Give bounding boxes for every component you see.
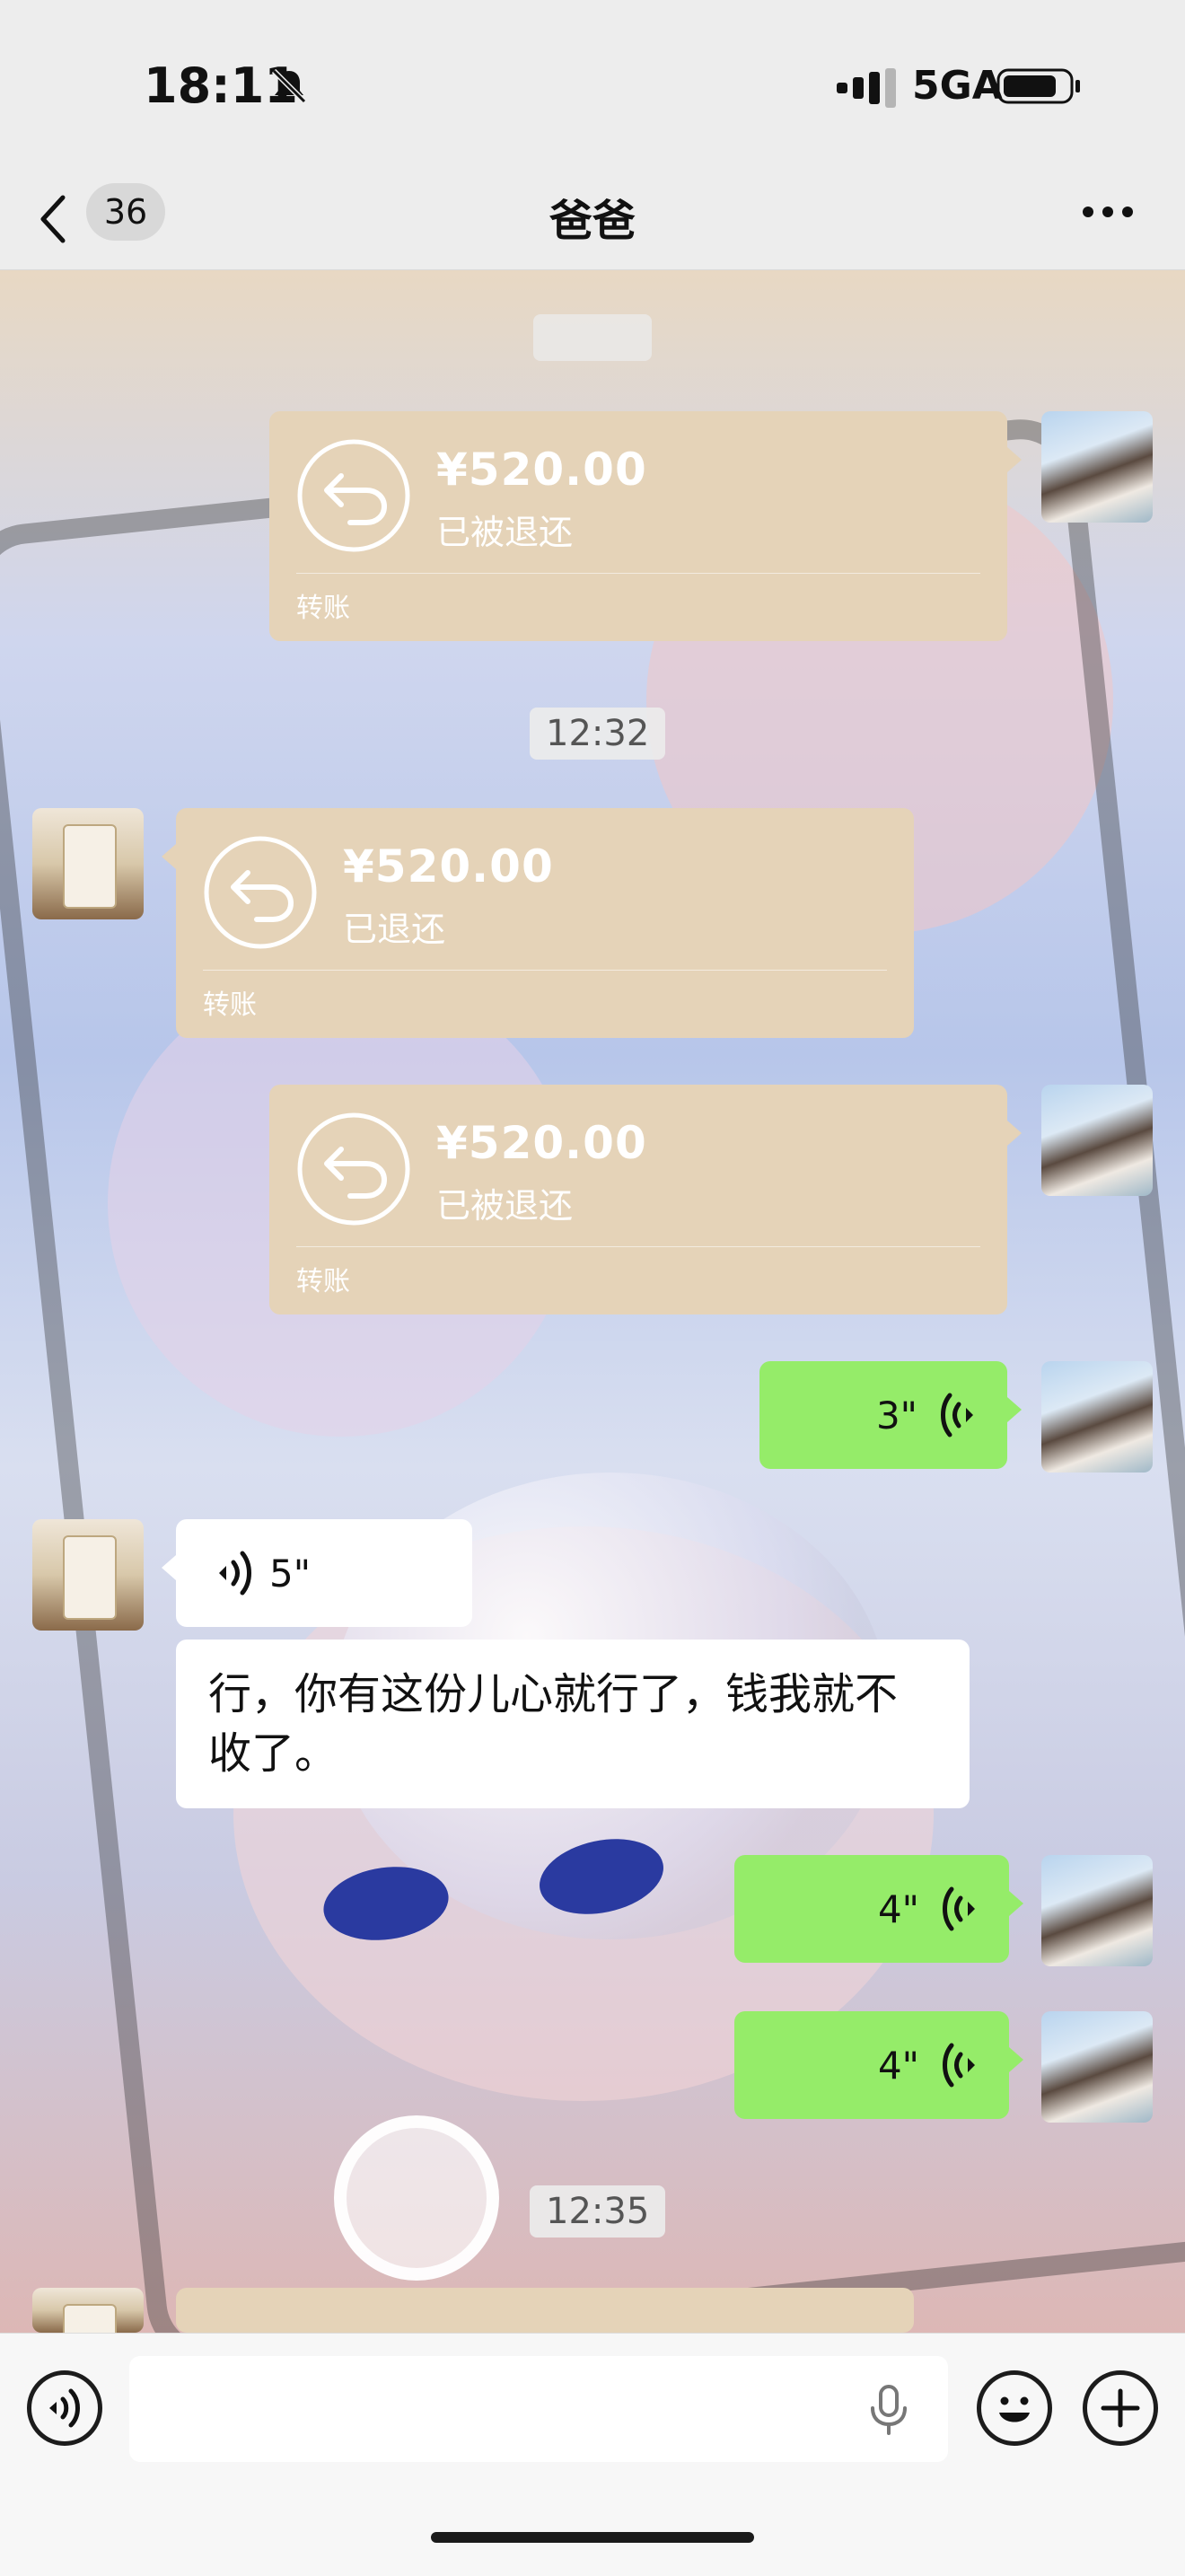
home-indicator[interactable] (431, 2532, 754, 2543)
transfer-kind: 转账 (296, 1266, 350, 1297)
message-input[interactable] (129, 2356, 948, 2462)
bell-muted-icon (271, 68, 307, 104)
transfer-status: 已退还 (343, 910, 446, 949)
transfer-kind: 转账 (296, 593, 350, 624)
transfer-status: 已被退还 (436, 513, 574, 552)
transfer-amount: ¥520.00 (436, 444, 647, 496)
voice-message[interactable]: 3" (759, 1361, 1022, 1469)
transfer-divider (296, 1246, 980, 1247)
transfer-card[interactable]: ¥520.00 已被退还 转账 (269, 411, 1022, 641)
voice-message[interactable]: 4" (734, 1855, 1023, 1963)
time-chip: 12:35 (530, 2185, 666, 2238)
voice-message[interactable]: 5" (162, 1519, 472, 1627)
emoji-icon (999, 2396, 1030, 2422)
battery-icon (996, 68, 1080, 104)
transfer-kind: 转账 (203, 989, 257, 1021)
transfer-card[interactable]: ¥520.00 已被退还 转账 (269, 1085, 1022, 1314)
avatar[interactable] (1041, 2011, 1153, 2123)
refund-icon (297, 439, 410, 552)
voice-wave-icon (943, 2043, 975, 2088)
avatar[interactable] (1041, 411, 1153, 523)
avatar[interactable] (32, 2288, 144, 2333)
wallpaper-circle-shape (334, 2115, 499, 2281)
avatar[interactable] (32, 808, 144, 919)
avatar[interactable] (1041, 1855, 1153, 1966)
transfer-card-partial[interactable] (176, 2288, 914, 2333)
avatar[interactable] (1041, 1085, 1153, 1196)
transfer-card[interactable]: ¥520.00 已退还 转账 (162, 808, 914, 1038)
microphone-icon[interactable] (867, 2383, 910, 2437)
network-label: 5GA (912, 63, 1003, 109)
signal-icon (837, 68, 896, 108)
emoji-button[interactable] (977, 2370, 1052, 2446)
transfer-status: 已被退还 (436, 1186, 574, 1226)
transfer-divider (203, 970, 887, 971)
avatar[interactable] (32, 1519, 144, 1631)
voice-duration: 4" (877, 2043, 919, 2088)
transfer-amount: ¥520.00 (343, 840, 554, 892)
refund-icon (204, 836, 317, 949)
voice-wave-icon (943, 1886, 975, 1931)
transfer-amount: ¥520.00 (436, 1117, 647, 1169)
time-chip: 12:32 (530, 708, 666, 760)
voice-wave-icon (219, 1551, 251, 1596)
more-icon[interactable] (1081, 203, 1135, 221)
voice-duration: 4" (877, 1886, 919, 1931)
transfer-divider (296, 573, 980, 574)
chat-title: 爸爸 (549, 196, 636, 246)
plus-button[interactable] (1083, 2370, 1158, 2446)
text-message[interactable]: 行，你有这份儿心就行了，钱我就不收了。 (176, 1640, 970, 1808)
plus-icon (1101, 2388, 1140, 2428)
avatar[interactable] (1041, 1361, 1153, 1473)
voice-mode-icon (49, 2388, 80, 2428)
voice-message[interactable]: 4" (734, 2011, 1023, 2119)
voice-mode-button[interactable] (27, 2370, 102, 2446)
time-chip-partial (533, 314, 652, 361)
voice-duration: 5" (269, 1551, 312, 1596)
voice-duration: 3" (875, 1393, 917, 1437)
refund-icon (297, 1112, 410, 1226)
voice-wave-icon (941, 1393, 973, 1437)
